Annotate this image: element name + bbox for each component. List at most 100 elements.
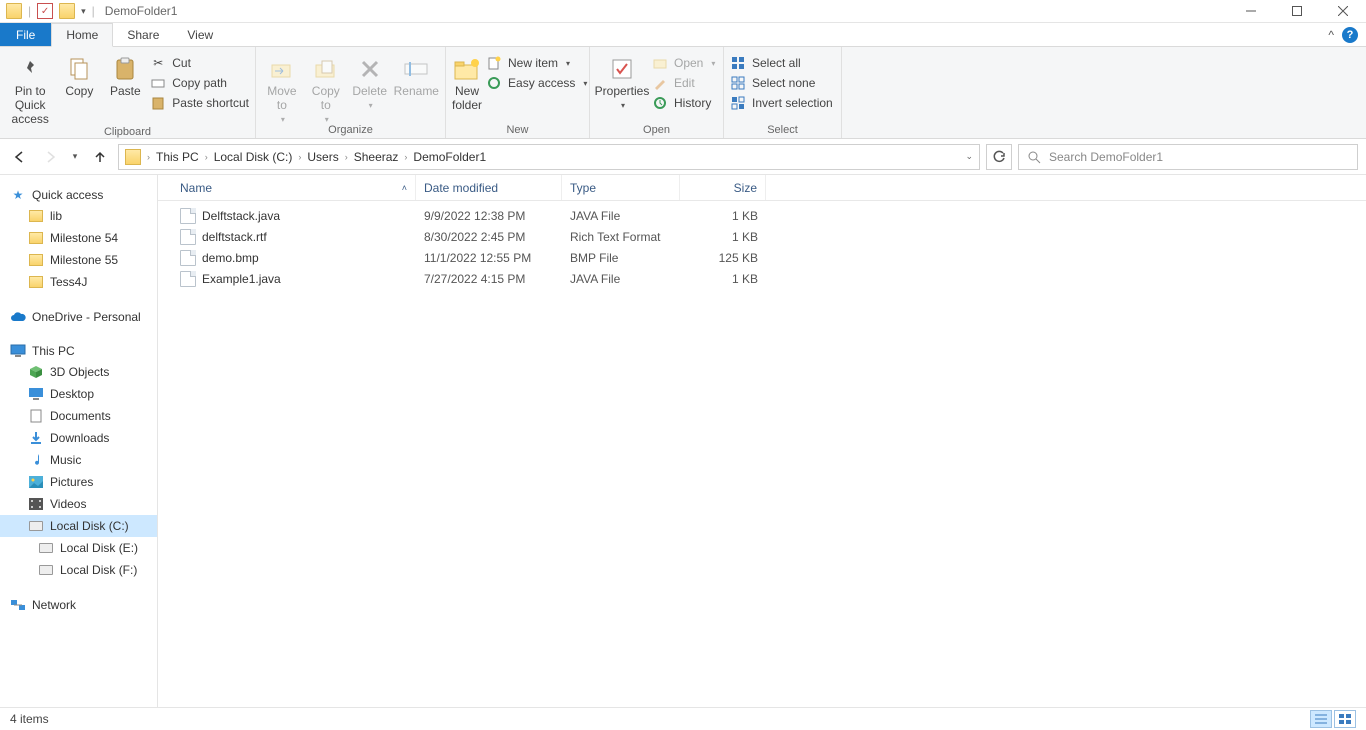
address-dropdown-button[interactable]: ⌄ bbox=[965, 151, 973, 162]
column-header-date[interactable]: Date modified bbox=[416, 175, 562, 200]
delete-button[interactable]: Delete▾ bbox=[350, 53, 390, 110]
sidebar-item[interactable]: Milestone 55 bbox=[0, 249, 157, 271]
column-header-name[interactable]: Name˄ bbox=[172, 175, 416, 200]
file-row[interactable]: demo.bmp11/1/2022 12:55 PMBMP File125 KB bbox=[172, 247, 1366, 268]
new-folder-button[interactable]: New folder bbox=[452, 53, 482, 113]
window-title: DemoFolder1 bbox=[105, 4, 178, 18]
navigation-pane[interactable]: ★Quick access lib Milestone 54 Milestone… bbox=[0, 175, 158, 707]
music-icon bbox=[28, 452, 44, 468]
up-button[interactable] bbox=[88, 145, 112, 169]
chevron-right-icon[interactable]: › bbox=[298, 152, 301, 162]
file-size: 1 KB bbox=[680, 272, 766, 286]
large-icons-view-button[interactable] bbox=[1334, 710, 1356, 728]
paste-button[interactable]: Paste bbox=[104, 53, 146, 99]
move-to-icon bbox=[268, 55, 296, 83]
tab-home[interactable]: Home bbox=[51, 23, 113, 47]
details-view-button[interactable] bbox=[1310, 710, 1332, 728]
ribbon-group-open: Properties▾ Open▾ Edit History Open bbox=[590, 47, 724, 138]
column-header-size[interactable]: Size bbox=[680, 175, 766, 200]
easy-access-button[interactable]: Easy access▾ bbox=[486, 75, 587, 91]
tab-view[interactable]: View bbox=[173, 23, 227, 46]
open-button[interactable]: Open▾ bbox=[652, 55, 715, 71]
search-input[interactable] bbox=[1049, 150, 1349, 164]
qat-button[interactable]: ✓ bbox=[37, 3, 53, 19]
recent-locations-button[interactable]: ▾ bbox=[68, 145, 82, 169]
sidebar-item[interactable]: Tess4J bbox=[0, 271, 157, 293]
sidebar-item[interactable]: lib bbox=[0, 205, 157, 227]
file-rows: Delftstack.java9/9/2022 12:38 PMJAVA Fil… bbox=[158, 201, 1366, 289]
cut-button[interactable]: ✂Cut bbox=[150, 55, 249, 71]
paste-icon bbox=[111, 55, 139, 83]
file-row[interactable]: Example1.java7/27/2022 4:15 PMJAVA File1… bbox=[172, 268, 1366, 289]
file-date: 8/30/2022 2:45 PM bbox=[416, 230, 562, 244]
refresh-button[interactable] bbox=[986, 144, 1012, 170]
sidebar-item-music[interactable]: Music bbox=[0, 449, 157, 471]
desktop-icon bbox=[28, 386, 44, 402]
select-none-button[interactable]: Select none bbox=[730, 75, 833, 91]
copy-button[interactable]: Copy bbox=[58, 53, 100, 99]
main-area: ★Quick access lib Milestone 54 Milestone… bbox=[0, 175, 1366, 707]
breadcrumb-segment[interactable]: Sheeraz bbox=[354, 150, 399, 164]
select-all-button[interactable]: Select all bbox=[730, 55, 833, 71]
copy-to-button[interactable]: Copy to▾ bbox=[306, 53, 346, 124]
copy-path-icon bbox=[150, 75, 166, 91]
sidebar-item-local-disk-e[interactable]: Local Disk (E:) bbox=[0, 537, 157, 559]
properties-button[interactable]: Properties▾ bbox=[596, 53, 648, 110]
edit-button[interactable]: Edit bbox=[652, 75, 715, 91]
sidebar-item[interactable]: Milestone 54 bbox=[0, 227, 157, 249]
chevron-right-icon[interactable]: › bbox=[404, 152, 407, 162]
cube-icon bbox=[28, 364, 44, 380]
sidebar-this-pc[interactable]: This PC bbox=[0, 341, 157, 361]
sidebar-onedrive[interactable]: OneDrive - Personal bbox=[0, 307, 157, 327]
breadcrumb-segment[interactable]: DemoFolder1 bbox=[413, 150, 486, 164]
sidebar-item-3d-objects[interactable]: 3D Objects bbox=[0, 361, 157, 383]
sidebar-item-local-disk-c[interactable]: Local Disk (C:) bbox=[0, 515, 157, 537]
breadcrumb-segment[interactable]: Local Disk (C:) bbox=[214, 150, 293, 164]
pin-to-quick-access-button[interactable]: Pin to Quick access bbox=[6, 53, 54, 126]
sidebar-item-downloads[interactable]: Downloads bbox=[0, 427, 157, 449]
copy-path-button[interactable]: Copy path bbox=[150, 75, 249, 91]
forward-button[interactable] bbox=[38, 145, 62, 169]
separator: | bbox=[28, 4, 31, 18]
search-icon bbox=[1027, 150, 1041, 164]
sidebar-item-local-disk-f[interactable]: Local Disk (F:) bbox=[0, 559, 157, 581]
minimize-button[interactable] bbox=[1228, 0, 1274, 23]
help-icon[interactable]: ? bbox=[1342, 27, 1358, 43]
tab-file[interactable]: File bbox=[0, 23, 51, 46]
chevron-right-icon[interactable]: › bbox=[147, 152, 150, 162]
drive-icon bbox=[38, 540, 54, 556]
address-bar[interactable]: › This PC › Local Disk (C:) › Users › Sh… bbox=[118, 144, 980, 170]
file-row[interactable]: delftstack.rtf8/30/2022 2:45 PMRich Text… bbox=[172, 226, 1366, 247]
history-button[interactable]: History bbox=[652, 95, 715, 111]
sidebar-item-documents[interactable]: Documents bbox=[0, 405, 157, 427]
select-all-icon bbox=[730, 55, 746, 71]
select-none-icon bbox=[730, 75, 746, 91]
breadcrumb-segment[interactable]: Users bbox=[307, 150, 338, 164]
sidebar-quick-access[interactable]: ★Quick access bbox=[0, 185, 157, 205]
chevron-right-icon[interactable]: › bbox=[345, 152, 348, 162]
back-button[interactable] bbox=[8, 145, 32, 169]
close-button[interactable] bbox=[1320, 0, 1366, 23]
sidebar-item-videos[interactable]: Videos bbox=[0, 493, 157, 515]
paste-shortcut-button[interactable]: Paste shortcut bbox=[150, 95, 249, 111]
sidebar-item-desktop[interactable]: Desktop bbox=[0, 383, 157, 405]
qat-overflow[interactable]: ▾ bbox=[81, 6, 86, 17]
chevron-right-icon[interactable]: › bbox=[205, 152, 208, 162]
rename-button[interactable]: Rename bbox=[394, 53, 439, 99]
label: Copy to bbox=[306, 85, 346, 113]
easy-access-icon bbox=[486, 75, 502, 91]
maximize-button[interactable] bbox=[1274, 0, 1320, 23]
sidebar-item-pictures[interactable]: Pictures bbox=[0, 471, 157, 493]
invert-selection-button[interactable]: Invert selection bbox=[730, 95, 833, 111]
properties-icon bbox=[608, 55, 636, 83]
breadcrumb-segment[interactable]: This PC bbox=[156, 150, 199, 164]
move-to-button[interactable]: Move to▾ bbox=[262, 53, 302, 124]
tab-share[interactable]: Share bbox=[113, 23, 173, 46]
minimize-ribbon-button[interactable]: ^ bbox=[1328, 28, 1334, 42]
folder-icon[interactable] bbox=[59, 3, 75, 19]
column-header-type[interactable]: Type bbox=[562, 175, 680, 200]
search-box[interactable] bbox=[1018, 144, 1358, 170]
file-row[interactable]: Delftstack.java9/9/2022 12:38 PMJAVA Fil… bbox=[172, 205, 1366, 226]
sidebar-network[interactable]: Network bbox=[0, 595, 157, 615]
new-item-button[interactable]: New item▾ bbox=[486, 55, 587, 71]
